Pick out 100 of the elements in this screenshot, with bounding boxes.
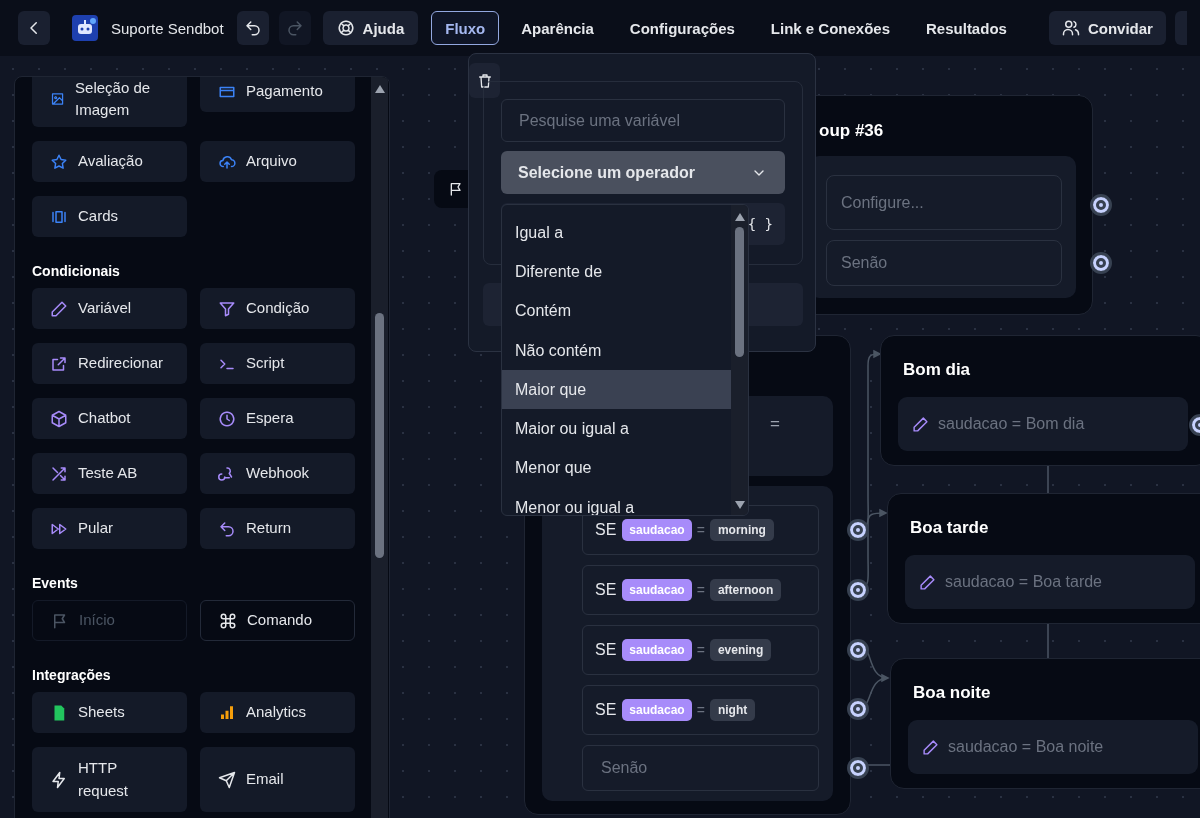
bot-name: Suporte Sendbot	[111, 19, 224, 37]
pencil-icon	[50, 299, 68, 318]
lifebuoy-icon	[336, 19, 355, 37]
star-icon	[50, 152, 68, 171]
block-item[interactable]: Return	[200, 508, 355, 549]
output-port[interactable]	[1090, 252, 1112, 274]
block-item[interactable]: Avaliação	[32, 141, 187, 182]
block-item[interactable]: Espera	[200, 398, 355, 439]
tab[interactable]: Resultados	[912, 11, 1021, 45]
block-item[interactable]: HTTP request	[32, 747, 187, 812]
condition-keyword: SE	[595, 581, 617, 599]
set-variable-node[interactable]: Bom dia saudacao = Bom dia	[880, 335, 1200, 466]
invite-button[interactable]: Convidar	[1048, 11, 1166, 45]
block-item[interactable]: Condição	[200, 288, 355, 329]
variable-search-field[interactable]: Pesquise uma variável	[501, 99, 785, 142]
operator-option[interactable]: Maior que	[502, 370, 731, 410]
block-item[interactable]: Teste AB	[32, 453, 187, 494]
redo-icon	[285, 19, 304, 37]
set-variable-field[interactable]: saudacao = Bom dia	[898, 397, 1188, 451]
clock-icon	[218, 409, 236, 428]
scrollbar[interactable]	[731, 205, 748, 515]
section-title: Condicionais	[32, 263, 121, 279]
variable-tag: saudacao	[622, 519, 692, 541]
operator-sign: =	[696, 702, 705, 718]
node-title: Bom dia	[903, 360, 971, 380]
value-tag: afternoon	[709, 579, 782, 601]
tab[interactable]: Link e Conexões	[756, 11, 905, 45]
section-title: Events	[32, 575, 79, 591]
bot-logo-icon	[72, 15, 98, 41]
condition-keyword: SE	[595, 521, 617, 539]
redo-button[interactable]	[278, 11, 311, 45]
output-port[interactable]	[847, 698, 869, 720]
variable-tag: saudacao	[622, 639, 692, 661]
block-item[interactable]: Chatbot	[32, 398, 187, 439]
block-item[interactable]: Comando	[200, 600, 355, 641]
tab[interactable]: Aparência	[507, 11, 608, 45]
lightning-icon	[50, 770, 68, 789]
block-item[interactable]: Script	[200, 343, 355, 384]
set-variable-field[interactable]: saudacao = Boa noite	[908, 720, 1198, 774]
variable-tag: saudacao	[622, 579, 692, 601]
operator-option[interactable]: Igual a	[502, 213, 731, 253]
condition-field[interactable]: Configure...	[826, 175, 1062, 230]
filter-icon	[218, 299, 236, 318]
condition-keyword: SE	[595, 701, 617, 719]
else-field[interactable]: Senão	[826, 240, 1062, 286]
condition-row[interactable]: SE saudacao = afternoon	[582, 565, 819, 615]
undo-button[interactable]	[236, 11, 269, 45]
scrollbar-thumb[interactable]	[735, 227, 744, 357]
back-button[interactable]	[18, 11, 50, 45]
pencil-icon	[922, 738, 939, 756]
help-button[interactable]: Ajuda	[322, 11, 419, 45]
set-variable-node[interactable]: Boa noite saudacao = Boa noite	[890, 658, 1200, 789]
block-item[interactable]: Email	[200, 747, 355, 812]
output-port[interactable]	[1090, 194, 1112, 216]
output-port[interactable]	[847, 639, 869, 661]
block-item[interactable]: Redirecionar	[32, 343, 187, 384]
return-arrow-icon	[218, 519, 236, 538]
block-item[interactable]: Variável	[32, 288, 187, 329]
block-item[interactable]: Arquivo	[200, 141, 355, 182]
operator-sign: =	[696, 582, 705, 598]
external-link-icon	[50, 354, 68, 373]
section-title: Integrações	[32, 667, 112, 683]
scroll-up-arrow-icon	[734, 213, 745, 221]
block-item[interactable]: Webhook	[200, 453, 355, 494]
trash-icon	[476, 72, 493, 89]
cube-icon	[50, 409, 68, 428]
value-tag: night	[709, 699, 756, 721]
tab[interactable]: Fluxo	[431, 11, 500, 45]
assignment-text: saudacao = Bom dia	[938, 415, 1085, 433]
scrollbar-thumb[interactable]	[375, 313, 384, 558]
set-variable-field[interactable]: saudacao = Boa tarde	[905, 555, 1195, 609]
operator-select[interactable]: Selecione um operador	[501, 151, 785, 194]
output-port[interactable]	[847, 757, 869, 779]
block-item[interactable]: Pular	[32, 508, 187, 549]
set-variable-node[interactable]: Boa tarde saudacao = Boa tarde	[887, 493, 1200, 624]
operator-sign: =	[696, 522, 705, 538]
block-item[interactable]: Pagamento	[200, 77, 355, 112]
undo-icon	[243, 19, 262, 37]
operator-option[interactable]: Contém	[502, 291, 731, 331]
shuffle-icon	[50, 464, 68, 483]
block-item[interactable]: Sheets	[32, 692, 187, 733]
pencil-icon	[919, 573, 936, 591]
operator-sign: =	[696, 642, 705, 658]
condition-row[interactable]: SE saudacao = night	[582, 685, 819, 735]
operator-option[interactable]: Diferente de	[502, 252, 731, 292]
connector-line	[1047, 623, 1049, 659]
node-title: oup #36	[819, 121, 884, 141]
block-item[interactable]: Seleção de Imagem	[32, 77, 187, 127]
block-item[interactable]: Cards	[32, 196, 187, 237]
tab[interactable]: Configurações	[615, 11, 749, 45]
command-icon	[219, 611, 237, 630]
else-field[interactable]: Senão	[582, 745, 819, 791]
value-tag: evening	[709, 639, 772, 661]
delete-button[interactable]	[469, 63, 500, 98]
condition-row[interactable]: SE saudacao = evening	[582, 625, 819, 675]
block-item[interactable]: Analytics	[200, 692, 355, 733]
output-port[interactable]	[847, 579, 869, 601]
variable-tag: saudacao	[622, 699, 692, 721]
assignment-text: saudacao = Boa noite	[948, 738, 1104, 756]
scrollbar[interactable]	[371, 77, 388, 818]
